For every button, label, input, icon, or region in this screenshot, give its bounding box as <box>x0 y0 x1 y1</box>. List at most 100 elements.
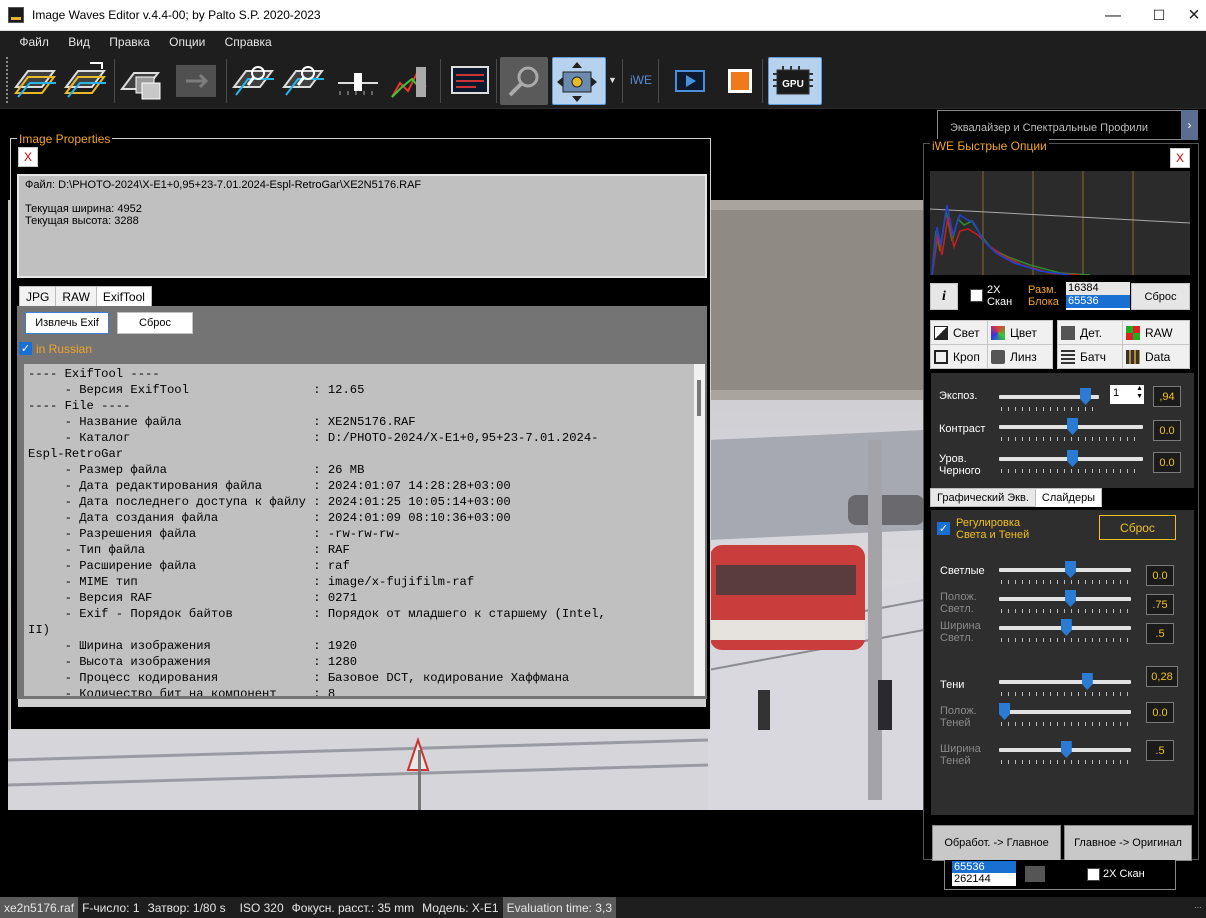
highlight-width-value[interactable]: .5 <box>1146 623 1174 644</box>
image-properties-title: Image Properties <box>17 132 113 146</box>
close-window-button[interactable]: × <box>1182 0 1206 31</box>
block-size-option-selected[interactable]: 65536 <box>1066 295 1130 308</box>
exif-reset-button[interactable]: Сброс <box>117 312 193 334</box>
play-icon[interactable] <box>666 57 714 105</box>
export-icon[interactable] <box>172 57 220 105</box>
mode-crop-button[interactable]: Кроп <box>930 344 988 369</box>
sh-reset-button[interactable]: Сброс <box>1099 515 1176 540</box>
lens-icon <box>991 349 1005 364</box>
exposure-label: Экспоз. <box>939 390 978 402</box>
main-to-original-button[interactable]: Главное -> Оригинал <box>1064 825 1192 861</box>
block-size-list[interactable]: 16384 65536 <box>1066 282 1130 310</box>
highlight-position-slider[interactable] <box>1065 590 1076 607</box>
move-tool-icon[interactable] <box>552 57 606 105</box>
mode-lens-button[interactable]: Линз <box>987 344 1053 369</box>
resize-grip-icon[interactable]: ⋯ <box>1190 897 1206 918</box>
stop-icon[interactable] <box>716 57 764 105</box>
open-icon[interactable] <box>12 57 60 105</box>
iwe-label[interactable]: iWE <box>630 73 652 87</box>
block-size-option[interactable]: 16384 <box>1066 282 1130 295</box>
mode-batch-button[interactable]: Батч <box>1057 344 1123 369</box>
exposure-slider[interactable] <box>1080 388 1091 405</box>
shadow-width-label: Ширина Теней <box>940 743 981 767</box>
equalizer-bar[interactable]: Эквалайзер и Спектральные Профили <box>937 110 1183 140</box>
hidden-block-option-2[interactable]: 262144 <box>952 873 1016 885</box>
shadow-position-track[interactable] <box>999 710 1131 714</box>
monitor-icon[interactable] <box>446 57 494 105</box>
hidden-block-option[interactable]: 65536 <box>952 861 1016 873</box>
exposure-spin[interactable]: 1 ▲ ▼ <box>1110 385 1144 404</box>
menu-bar: Файл Вид Правка Опции Справка <box>0 31 1206 53</box>
close-icon[interactable]: X <box>18 147 38 167</box>
shadow-position-slider[interactable] <box>999 703 1010 720</box>
hidden-scan2x-checkbox[interactable] <box>1087 868 1100 881</box>
zoom-image-icon[interactable] <box>230 57 278 105</box>
highlights-slider[interactable] <box>1065 561 1076 578</box>
highlight-position-value[interactable]: .75 <box>1146 594 1174 615</box>
tab-graphic-eq[interactable]: Графический Экв. <box>930 488 1036 507</box>
status-iso: ISO 320 <box>239 900 284 915</box>
exposure-spin-value: 1 <box>1113 387 1120 399</box>
scroll-thumb[interactable] <box>697 380 701 416</box>
contrast-slider[interactable] <box>1067 418 1078 435</box>
levels-icon[interactable] <box>386 57 434 105</box>
shadows-track[interactable] <box>999 680 1131 684</box>
gpu-icon[interactable]: GPU <box>768 57 822 105</box>
black-level-value[interactable]: 0.0 <box>1153 452 1181 473</box>
tab-sliders[interactable]: Слайдеры <box>1034 488 1103 507</box>
copy-image-icon[interactable] <box>118 57 166 105</box>
file-path: Файл: D:\PHOTO-2024\X-E1+0,95+23-7.01.20… <box>25 179 422 191</box>
tab-raw[interactable]: RAW <box>55 286 97 307</box>
tab-exiftool[interactable]: ExifTool <box>95 286 152 307</box>
mode-raw-button[interactable]: RAW <box>1122 320 1190 345</box>
toolbar: ▼ iWE GPU <box>0 53 1206 109</box>
hidden-spin[interactable] <box>1025 866 1045 882</box>
expand-arrow-icon[interactable]: › <box>1181 110 1198 140</box>
minimize-button[interactable]: — <box>1090 0 1136 31</box>
color-icon <box>991 325 1005 340</box>
highlights-value[interactable]: 0.0 <box>1146 565 1174 586</box>
black-level-slider[interactable] <box>1067 450 1078 467</box>
extract-exif-button[interactable]: Извлечь Exif <box>25 312 109 334</box>
current-height: Текущая высота: 3288 <box>25 215 139 227</box>
zoom-image-2-icon[interactable] <box>280 57 328 105</box>
mode-data-button[interactable]: Data <box>1122 344 1190 369</box>
iwe-reset-button[interactable]: Сброс <box>1131 283 1190 310</box>
info-button[interactable]: i <box>930 283 958 310</box>
contrast-value[interactable]: 0.0 <box>1153 420 1181 441</box>
menu-edit[interactable]: Правка <box>101 31 158 53</box>
shadows-value[interactable]: 0,28 <box>1146 666 1178 687</box>
exif-text[interactable]: ---- ExifTool ---- - Версия ExifTool : 1… <box>24 364 694 696</box>
maximize-button[interactable]: ☐ <box>1136 0 1182 31</box>
horizontal-scrollbar[interactable] <box>18 699 706 707</box>
save-icon[interactable] <box>62 57 110 105</box>
shadows-slider[interactable] <box>1081 673 1093 690</box>
black-level-label: Уров. Черного <box>939 453 981 477</box>
magnifier-icon[interactable] <box>500 57 548 105</box>
menu-options[interactable]: Опции <box>161 31 213 53</box>
slider-icon[interactable] <box>334 57 382 105</box>
shadow-width-value[interactable]: .5 <box>1146 740 1174 761</box>
menu-view[interactable]: Вид <box>60 31 98 53</box>
in-russian-checkbox[interactable]: ✓ <box>19 342 32 355</box>
status-fnumber: F-число: 1 <box>82 900 140 915</box>
highlight-width-slider[interactable] <box>1060 619 1072 636</box>
iwe-close-icon[interactable]: X <box>1170 148 1190 168</box>
scan2x-checkbox[interactable] <box>970 289 983 302</box>
mode-light-button[interactable]: Свет <box>930 320 988 345</box>
shadow-position-value[interactable]: 0.0 <box>1146 702 1174 723</box>
chevron-down-icon[interactable]: ▼ <box>608 75 617 85</box>
tab-jpg[interactable]: JPG <box>19 286 57 307</box>
menu-file[interactable]: Файл <box>11 31 57 53</box>
menu-help[interactable]: Справка <box>217 31 280 53</box>
shadow-width-slider[interactable] <box>1060 741 1072 758</box>
mode-detail-button[interactable]: Дет. <box>1057 320 1123 345</box>
exposure-value[interactable]: ,94 <box>1153 386 1181 407</box>
hidden-block-list[interactable]: 65536 262144 <box>952 861 1016 886</box>
process-to-main-button[interactable]: Обработ. -> Главное <box>932 825 1061 861</box>
shadows-highlights-checkbox[interactable]: ✓ <box>937 522 950 535</box>
highlights-label: Светлые <box>940 565 985 577</box>
detail-icon <box>1061 325 1075 340</box>
mode-color-button[interactable]: Цвет <box>987 320 1053 345</box>
exif-vertical-scrollbar[interactable] <box>694 364 705 696</box>
